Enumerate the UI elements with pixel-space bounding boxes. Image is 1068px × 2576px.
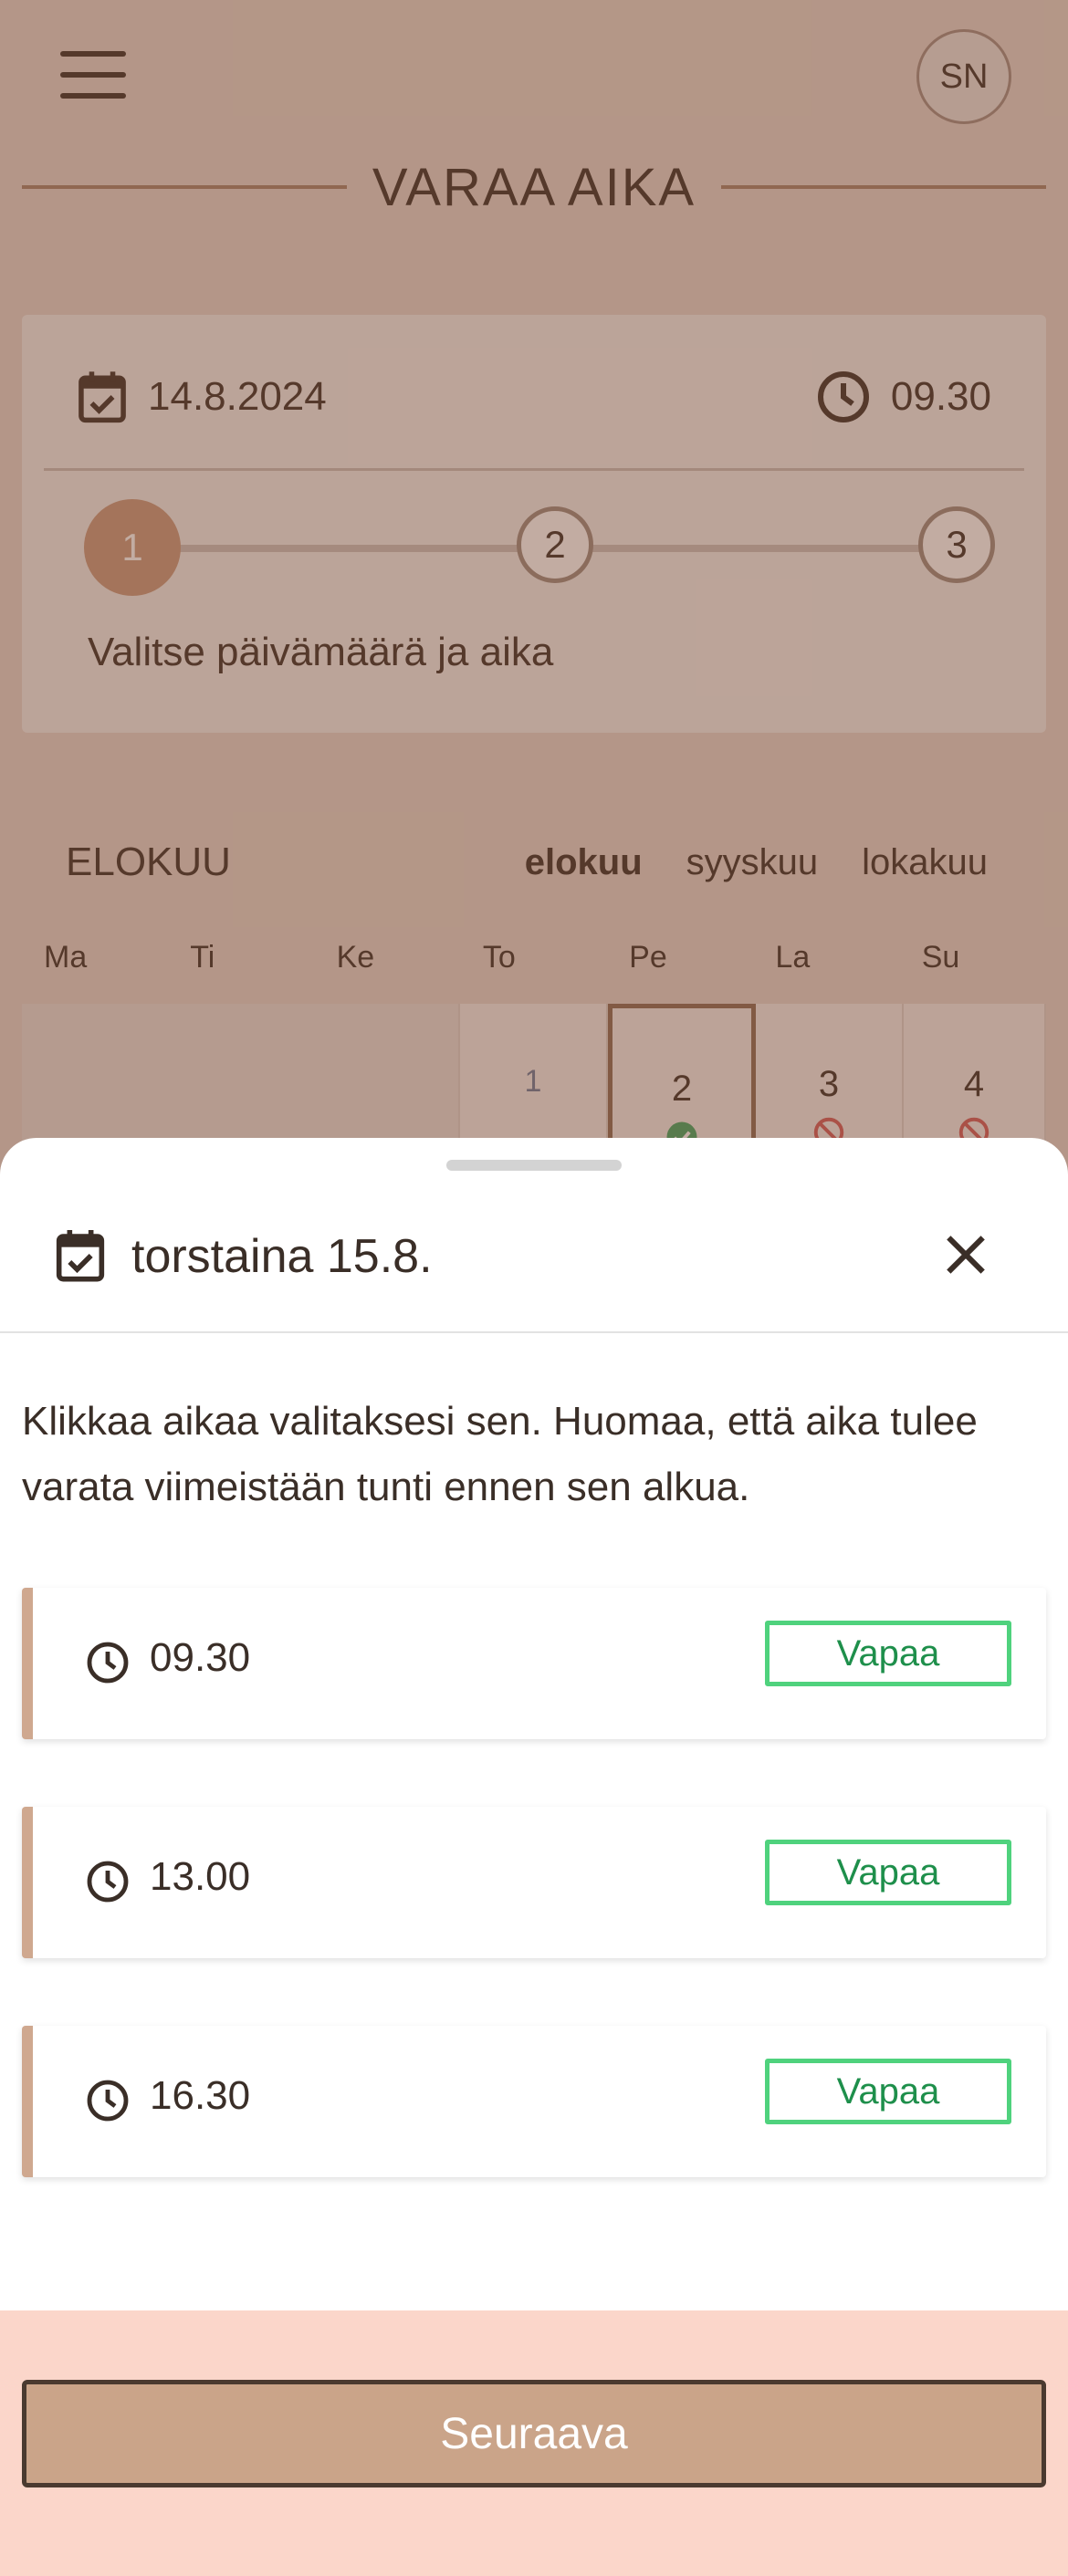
slot-time: 13.00 (150, 1854, 251, 1899)
sheet-instructions: Klikkaa aikaa valitaksesi sen. Huomaa, e… (22, 1399, 978, 1509)
slot-status-badge: Vapaa (765, 2059, 1011, 2124)
time-slot-sheet: torstaina 15.8. Klikkaa aikaa valitakses… (0, 1138, 1068, 2576)
time-slot-list: 09.30 Vapaa 13.00 Vapaa 16.30 Vapaa (22, 1588, 1046, 2245)
time-slot[interactable]: 09.30 Vapaa (22, 1588, 1046, 1739)
close-icon[interactable] (940, 1229, 991, 1280)
sheet-header: torstaina 15.8. (0, 1189, 1068, 1333)
clock-icon (87, 1642, 129, 1684)
clock-icon (87, 1861, 129, 1903)
slot-status-badge: Vapaa (765, 1621, 1011, 1686)
sheet-drag-handle[interactable] (446, 1160, 622, 1171)
sheet-footer: Seuraava (0, 2310, 1068, 2576)
sheet-title: torstaina 15.8. (131, 1230, 433, 1283)
calendar-check-icon (56, 1230, 105, 1282)
clock-icon (87, 2080, 129, 2122)
modal-backdrop[interactable] (0, 0, 1068, 1186)
slot-status-badge: Vapaa (765, 1840, 1011, 1905)
time-slot[interactable]: 13.00 Vapaa (22, 1807, 1046, 1958)
time-slot[interactable]: 16.30 Vapaa (22, 2026, 1046, 2177)
slot-time: 09.30 (150, 1635, 251, 1680)
slot-time: 16.30 (150, 2073, 251, 2118)
next-button[interactable]: Seuraava (22, 2380, 1046, 2487)
